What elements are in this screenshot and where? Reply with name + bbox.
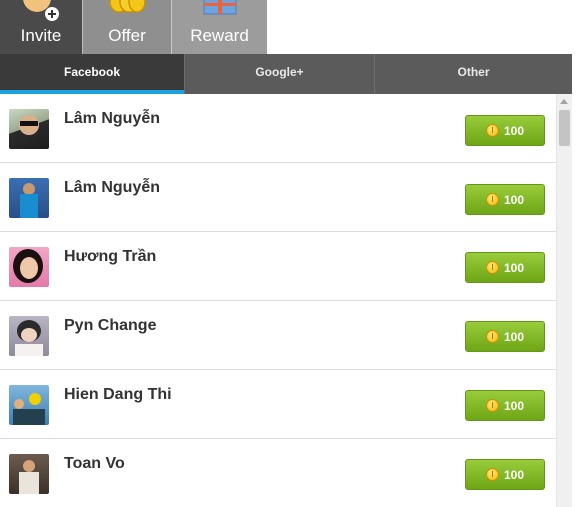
coin-icon bbox=[485, 124, 499, 137]
avatar bbox=[9, 109, 49, 149]
tab-other[interactable]: Other bbox=[374, 54, 572, 94]
scrollbar-thumb[interactable] bbox=[559, 110, 570, 146]
gift-box-icon bbox=[203, 0, 236, 15]
gold-coins-icon bbox=[109, 0, 146, 13]
coin-icon bbox=[485, 468, 499, 481]
reward-button[interactable]: 100 bbox=[465, 115, 545, 146]
scroll-up-arrow-icon[interactable] bbox=[560, 99, 568, 104]
tab-reward[interactable]: Reward bbox=[171, 0, 267, 54]
friend-name: Lâm Nguyễn bbox=[64, 179, 161, 196]
tab-invite-label: Invite bbox=[20, 26, 62, 45]
reward-button[interactable]: 100 bbox=[465, 252, 545, 283]
list-scrollbar[interactable] bbox=[556, 94, 572, 507]
list-item: Lâm Nguyễn 100 bbox=[0, 94, 556, 163]
reward-amount: 100 bbox=[503, 329, 525, 344]
reward-button[interactable]: 100 bbox=[465, 390, 545, 421]
tab-reward-label: Reward bbox=[190, 26, 249, 45]
reward-button[interactable]: 100 bbox=[465, 184, 545, 215]
friend-name: Toan Vo bbox=[64, 455, 125, 472]
reward-button[interactable]: 100 bbox=[465, 321, 545, 352]
top-navigation: Invite Offer Reward bbox=[0, 0, 586, 54]
reward-amount: 100 bbox=[503, 398, 525, 413]
list-item: Pyn Change 100 bbox=[0, 301, 556, 370]
avatar bbox=[9, 385, 49, 425]
avatar bbox=[9, 316, 49, 356]
list-item: Hien Dang Thi 100 bbox=[0, 370, 556, 439]
reward-amount: 100 bbox=[503, 260, 525, 275]
tab-offer[interactable]: Offer bbox=[82, 0, 171, 54]
friend-name: Pyn Change bbox=[64, 317, 157, 334]
invite-avatar-plus-icon bbox=[23, 0, 59, 21]
avatar bbox=[9, 454, 49, 494]
tab-offer-label: Offer bbox=[108, 26, 146, 45]
social-network-tabs: Facebook Google+ Other bbox=[0, 54, 572, 94]
list-item: Lâm Nguyễn 100 bbox=[0, 163, 556, 232]
coin-icon bbox=[485, 330, 499, 343]
friend-list: Lâm Nguyễn 100 Lâm Nguyễn 100 Hương Trần… bbox=[0, 94, 556, 507]
friend-name: Hien Dang Thi bbox=[64, 386, 172, 403]
tab-invite[interactable]: Invite bbox=[0, 0, 82, 54]
coin-icon bbox=[485, 193, 499, 206]
friend-name: Lâm Nguyễn bbox=[64, 110, 161, 127]
reward-button[interactable]: 100 bbox=[465, 459, 545, 490]
avatar bbox=[9, 178, 49, 218]
avatar bbox=[9, 247, 49, 287]
list-item: Toan Vo 100 bbox=[0, 439, 556, 507]
reward-amount: 100 bbox=[503, 467, 525, 482]
page-margin bbox=[572, 0, 586, 507]
coin-icon bbox=[485, 261, 499, 274]
friend-name: Hương Trần bbox=[64, 248, 157, 265]
tab-google-plus[interactable]: Google+ bbox=[184, 54, 374, 94]
tab-facebook[interactable]: Facebook bbox=[0, 54, 184, 94]
reward-amount: 100 bbox=[503, 192, 525, 207]
coin-icon bbox=[485, 399, 499, 412]
list-item: Hương Trần 100 bbox=[0, 232, 556, 301]
reward-amount: 100 bbox=[503, 123, 525, 138]
